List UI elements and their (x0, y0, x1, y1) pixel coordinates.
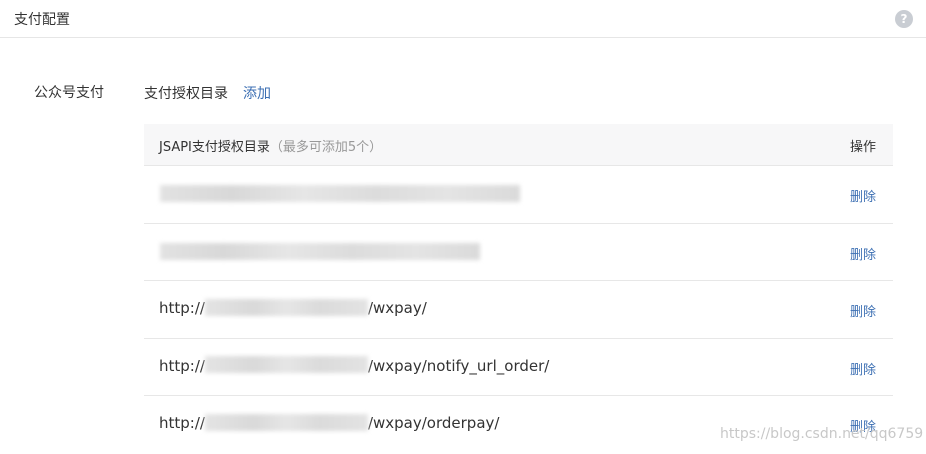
directory-url: http:// /wxpay/ (159, 298, 427, 317)
delete-link[interactable]: 删除 (850, 244, 876, 263)
delete-link[interactable]: 删除 (850, 359, 876, 378)
delete-link[interactable]: 删除 (850, 186, 876, 205)
url-suffix: /wxpay/orderpay/ (367, 414, 500, 432)
directory-url: http:// /wxpay/orderpay/ (159, 413, 500, 432)
table-row: http:// /wxpay/ 删除 (144, 281, 893, 339)
table-header: JSAPI支付授权目录（最多可添加5个） 操作 (144, 124, 893, 166)
payment-directory-label: 支付授权目录 (144, 86, 228, 102)
table-header-title-text: JSAPI支付授权目录 (159, 140, 270, 155)
table-row: 删除 (144, 224, 893, 281)
redacted-url-segment (204, 413, 368, 431)
url-suffix: /wxpay/ (367, 299, 427, 317)
redacted-url (160, 185, 520, 202)
url-prefix: http:// (159, 414, 205, 432)
redacted-url-segment (204, 298, 368, 316)
section-label-official-account-pay: 公众号支付 (34, 85, 104, 101)
watermark: https://blog.csdn.net/qq6759 (720, 426, 924, 442)
table-header-hint: （最多可添加5个） (269, 140, 383, 155)
table-row: http:///wxpay/orderpay/ 删除 (144, 396, 893, 454)
page-title: 支付配置 (14, 12, 70, 28)
redacted-url (160, 242, 480, 260)
table-header-operations: 操作 (849, 140, 876, 155)
url-suffix: /wxpay/notify_url_order/ (367, 356, 550, 375)
delete-link[interactable]: 删除 (850, 301, 876, 320)
table-row: 删除 (144, 166, 893, 224)
directory-url: http:// /wxpay/notify_url_order/ (159, 356, 550, 375)
table-header-title: JSAPI支付授权目录（最多可添加5个） (159, 136, 382, 155)
help-icon[interactable]: ? (895, 10, 913, 28)
url-prefix: http:// (159, 356, 205, 375)
table-row: http:// /wxpay/notify_url_order/ 删除 (144, 339, 893, 396)
page-header: 支付配置 ? (0, 0, 926, 38)
add-directory-link[interactable]: 添加 (243, 83, 271, 103)
directory-table: JSAPI支付授权目录（最多可添加5个） 操作 删除 删除 http:// /wx… (144, 124, 893, 454)
redacted-url-segment (204, 356, 368, 373)
url-prefix: http:// (159, 299, 205, 317)
